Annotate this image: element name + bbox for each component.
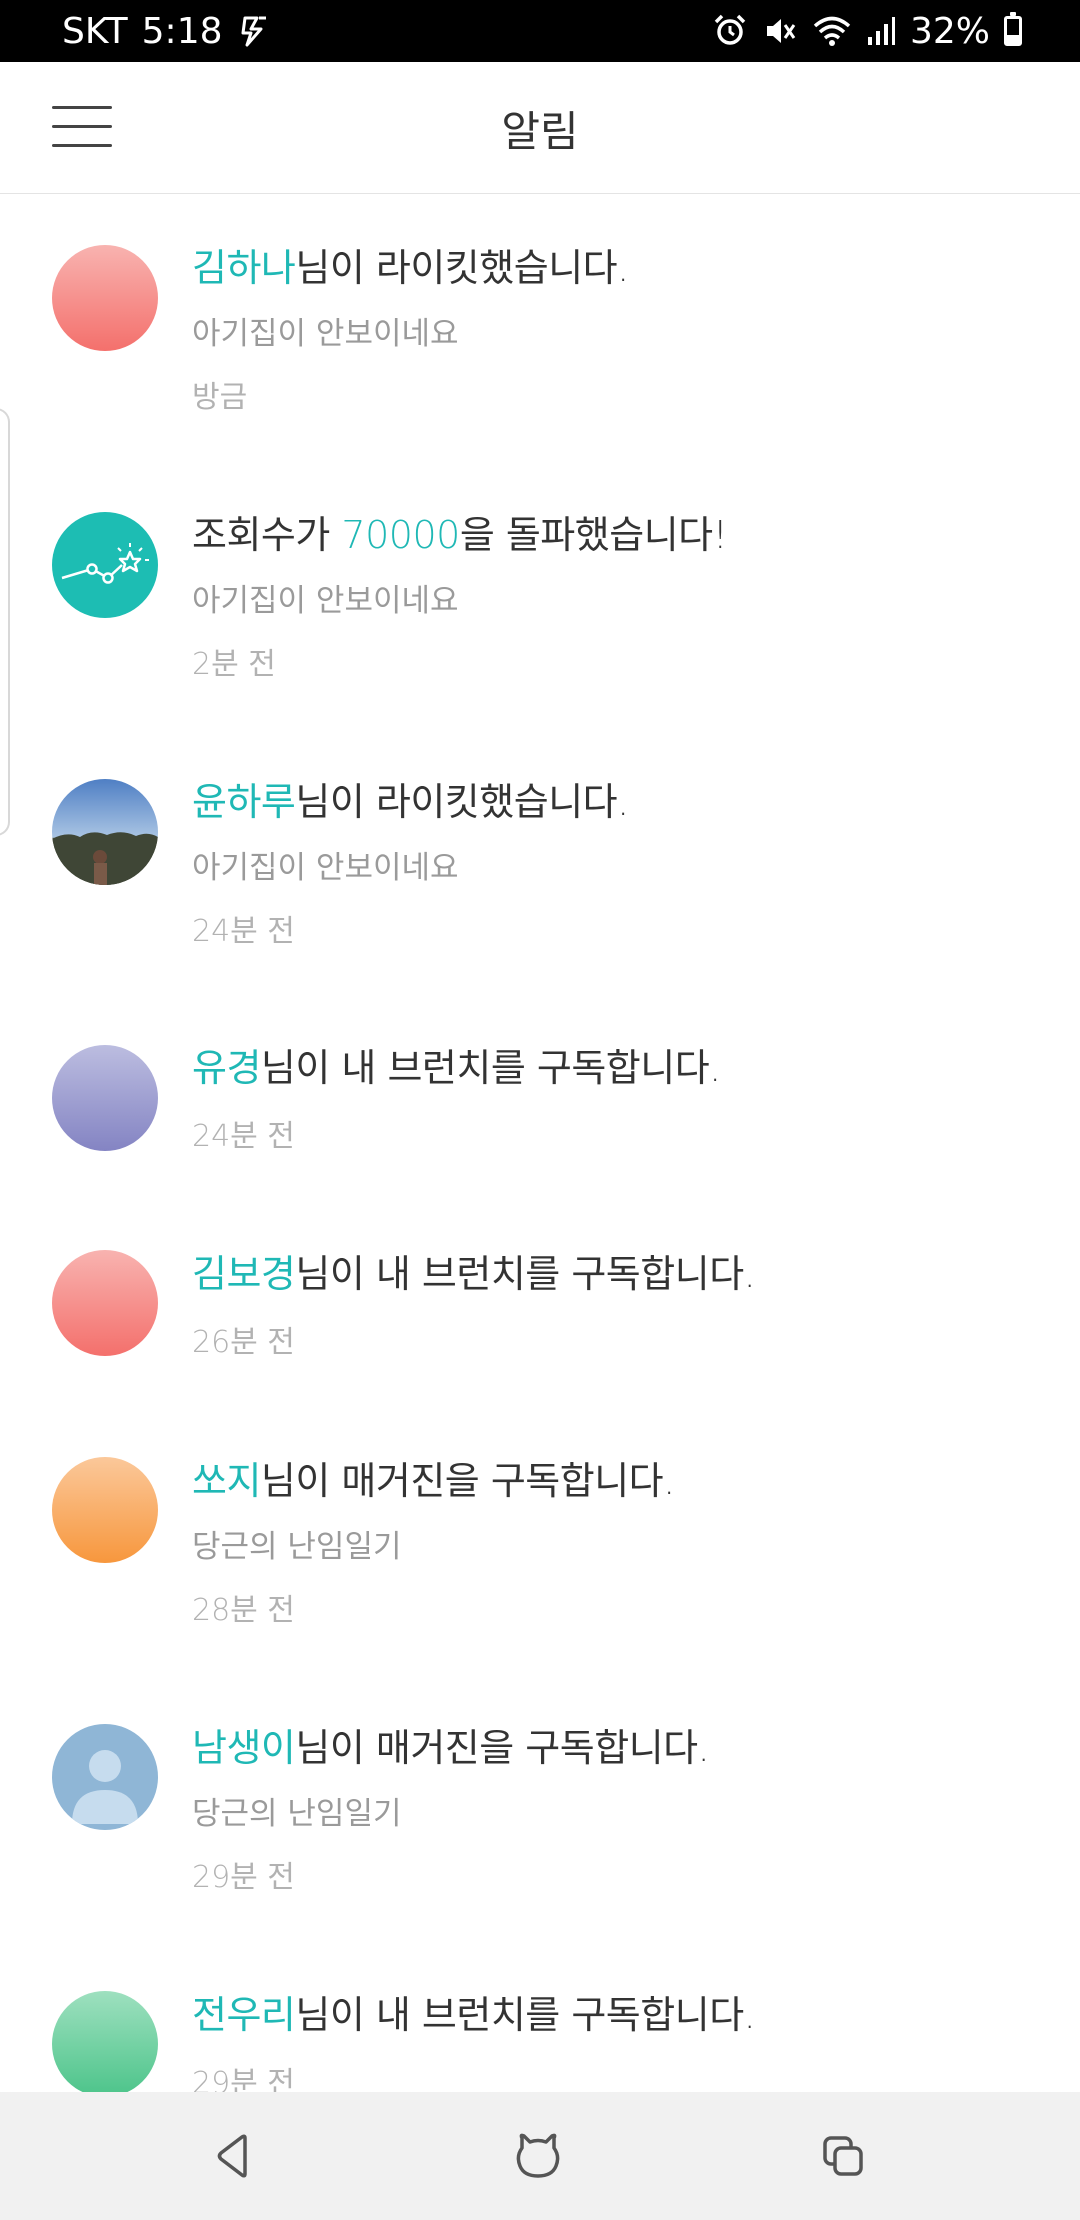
battery-icon [1004,12,1022,46]
default-user-avatar [52,1724,158,1830]
notification-title: 쏘지님이 매거진을 구독합니다. [192,1450,675,1505]
notification-action: 님이 내 브런치를 구독합니다. [260,1046,721,1090]
notification-prefix: 조회수가 [192,513,342,557]
magazine-title: 당근의 난임일기 [192,1529,402,1565]
user-name[interactable]: 쏘지 [192,1459,261,1503]
alarm-icon [712,13,748,49]
photo-avatar [52,779,158,885]
user-name[interactable]: 유경 [192,1046,261,1090]
notification-title: 김보경님이 내 브런치를 구독합니다. [192,1243,756,1298]
app-header: 알림 [0,62,1080,194]
notification-title: 조회수가 70000을 돌파했습니다! [192,504,728,559]
notification-time: 방금 [192,380,248,415]
notification-action: 님이 내 브런치를 구독합니다. [295,1252,756,1296]
notification-title: 김하나님이 라이킷했습니다. [192,237,629,292]
notification-title: 윤하루님이 라이킷했습니다. [192,771,629,826]
pink-gradient-avatar [52,245,158,351]
page-title: 알림 [501,107,579,156]
notification-list: 김하나님이 라이킷했습니다. 아기집이 안보이네요 방금 조회수가 70000을… [0,195,1080,2092]
battery-percent: 32% [909,10,990,52]
user-name[interactable]: 윤하루 [192,780,296,824]
notification-item[interactable]: 유경님이 내 브런치를 구독합니다. 24분 전 [0,997,1080,1203]
user-name[interactable]: 남생이 [192,1726,296,1770]
notification-action: 님이 매거진을 구독합니다. [295,1726,710,1770]
notification-item[interactable]: 윤하루님이 라이킷했습니다. 아기집이 안보이네요 24분 전 [0,730,1080,997]
post-title: 아기집이 안보이네요 [192,583,459,619]
orange-gradient-avatar [52,1457,158,1563]
notification-time: 28분 전 [192,1593,295,1628]
notification-action: 님이 매거진을 구독합니다. [260,1459,675,1503]
pink-gradient-avatar [52,1250,158,1356]
notification-time: 24분 전 [192,914,295,949]
user-name[interactable]: 전우리 [192,1993,296,2037]
notification-time: 26분 전 [192,1325,295,1360]
notification-title: 유경님이 내 브런치를 구독합니다. [192,1037,721,1092]
mute-icon [762,13,798,49]
signal-icon [866,15,896,47]
notification-item[interactable]: 남생이님이 매거진을 구독합니다. 당근의 난임일기 29분 전 [0,1677,1080,1944]
notification-item[interactable]: 조회수가 70000을 돌파했습니다! 아기집이 안보이네요 2분 전 [0,463,1080,730]
home-icon[interactable] [508,2126,568,2186]
notification-item[interactable]: 쏘지님이 매거진을 구독합니다. 당근의 난임일기 28분 전 [0,1410,1080,1677]
magazine-title: 당근의 난임일기 [192,1796,402,1832]
notification-title: 남생이님이 매거진을 구독합니다. [192,1717,710,1772]
recents-icon[interactable] [813,2126,873,2186]
user-name[interactable]: 김하나 [192,246,296,290]
notification-action: 님이 라이킷했습니다. [295,246,629,290]
notification-item[interactable]: 김보경님이 내 브런치를 구독합니다. 26분 전 [0,1203,1080,1410]
lightning-icon [237,14,271,48]
notification-time: 29분 전 [192,2066,295,2092]
notification-action: 을 돌파했습니다! [459,513,728,557]
purple-gradient-avatar [52,1045,158,1151]
notification-time: 29분 전 [192,1860,295,1895]
user-name[interactable]: 김보경 [192,1252,296,1296]
view-count: 70000 [341,513,460,557]
notification-action: 님이 라이킷했습니다. [295,780,629,824]
post-title: 아기집이 안보이네요 [192,316,459,352]
carrier-label: SKT [62,10,128,52]
notification-action: 님이 내 브런치를 구독합니다. [295,1993,756,2037]
view-milestone-icon [52,512,158,618]
notification-time: 2분 전 [192,647,276,682]
notification-item[interactable]: 전우리님이 내 브런치를 구독합니다. 29분 전 [0,1944,1080,2092]
notification-time: 24분 전 [192,1119,295,1154]
status-bar: SKT 5:18 32% [0,0,1080,62]
navigation-bar [0,2092,1080,2220]
clock: 5:18 [141,10,223,52]
notification-title: 전우리님이 내 브런치를 구독합니다. [192,1984,756,2039]
post-title: 아기집이 안보이네요 [192,850,459,886]
notification-item[interactable]: 김하나님이 라이킷했습니다. 아기집이 안보이네요 방금 [0,195,1080,463]
back-icon[interactable] [205,2126,265,2186]
green-gradient-avatar [52,1991,158,2092]
wifi-icon [812,13,852,49]
